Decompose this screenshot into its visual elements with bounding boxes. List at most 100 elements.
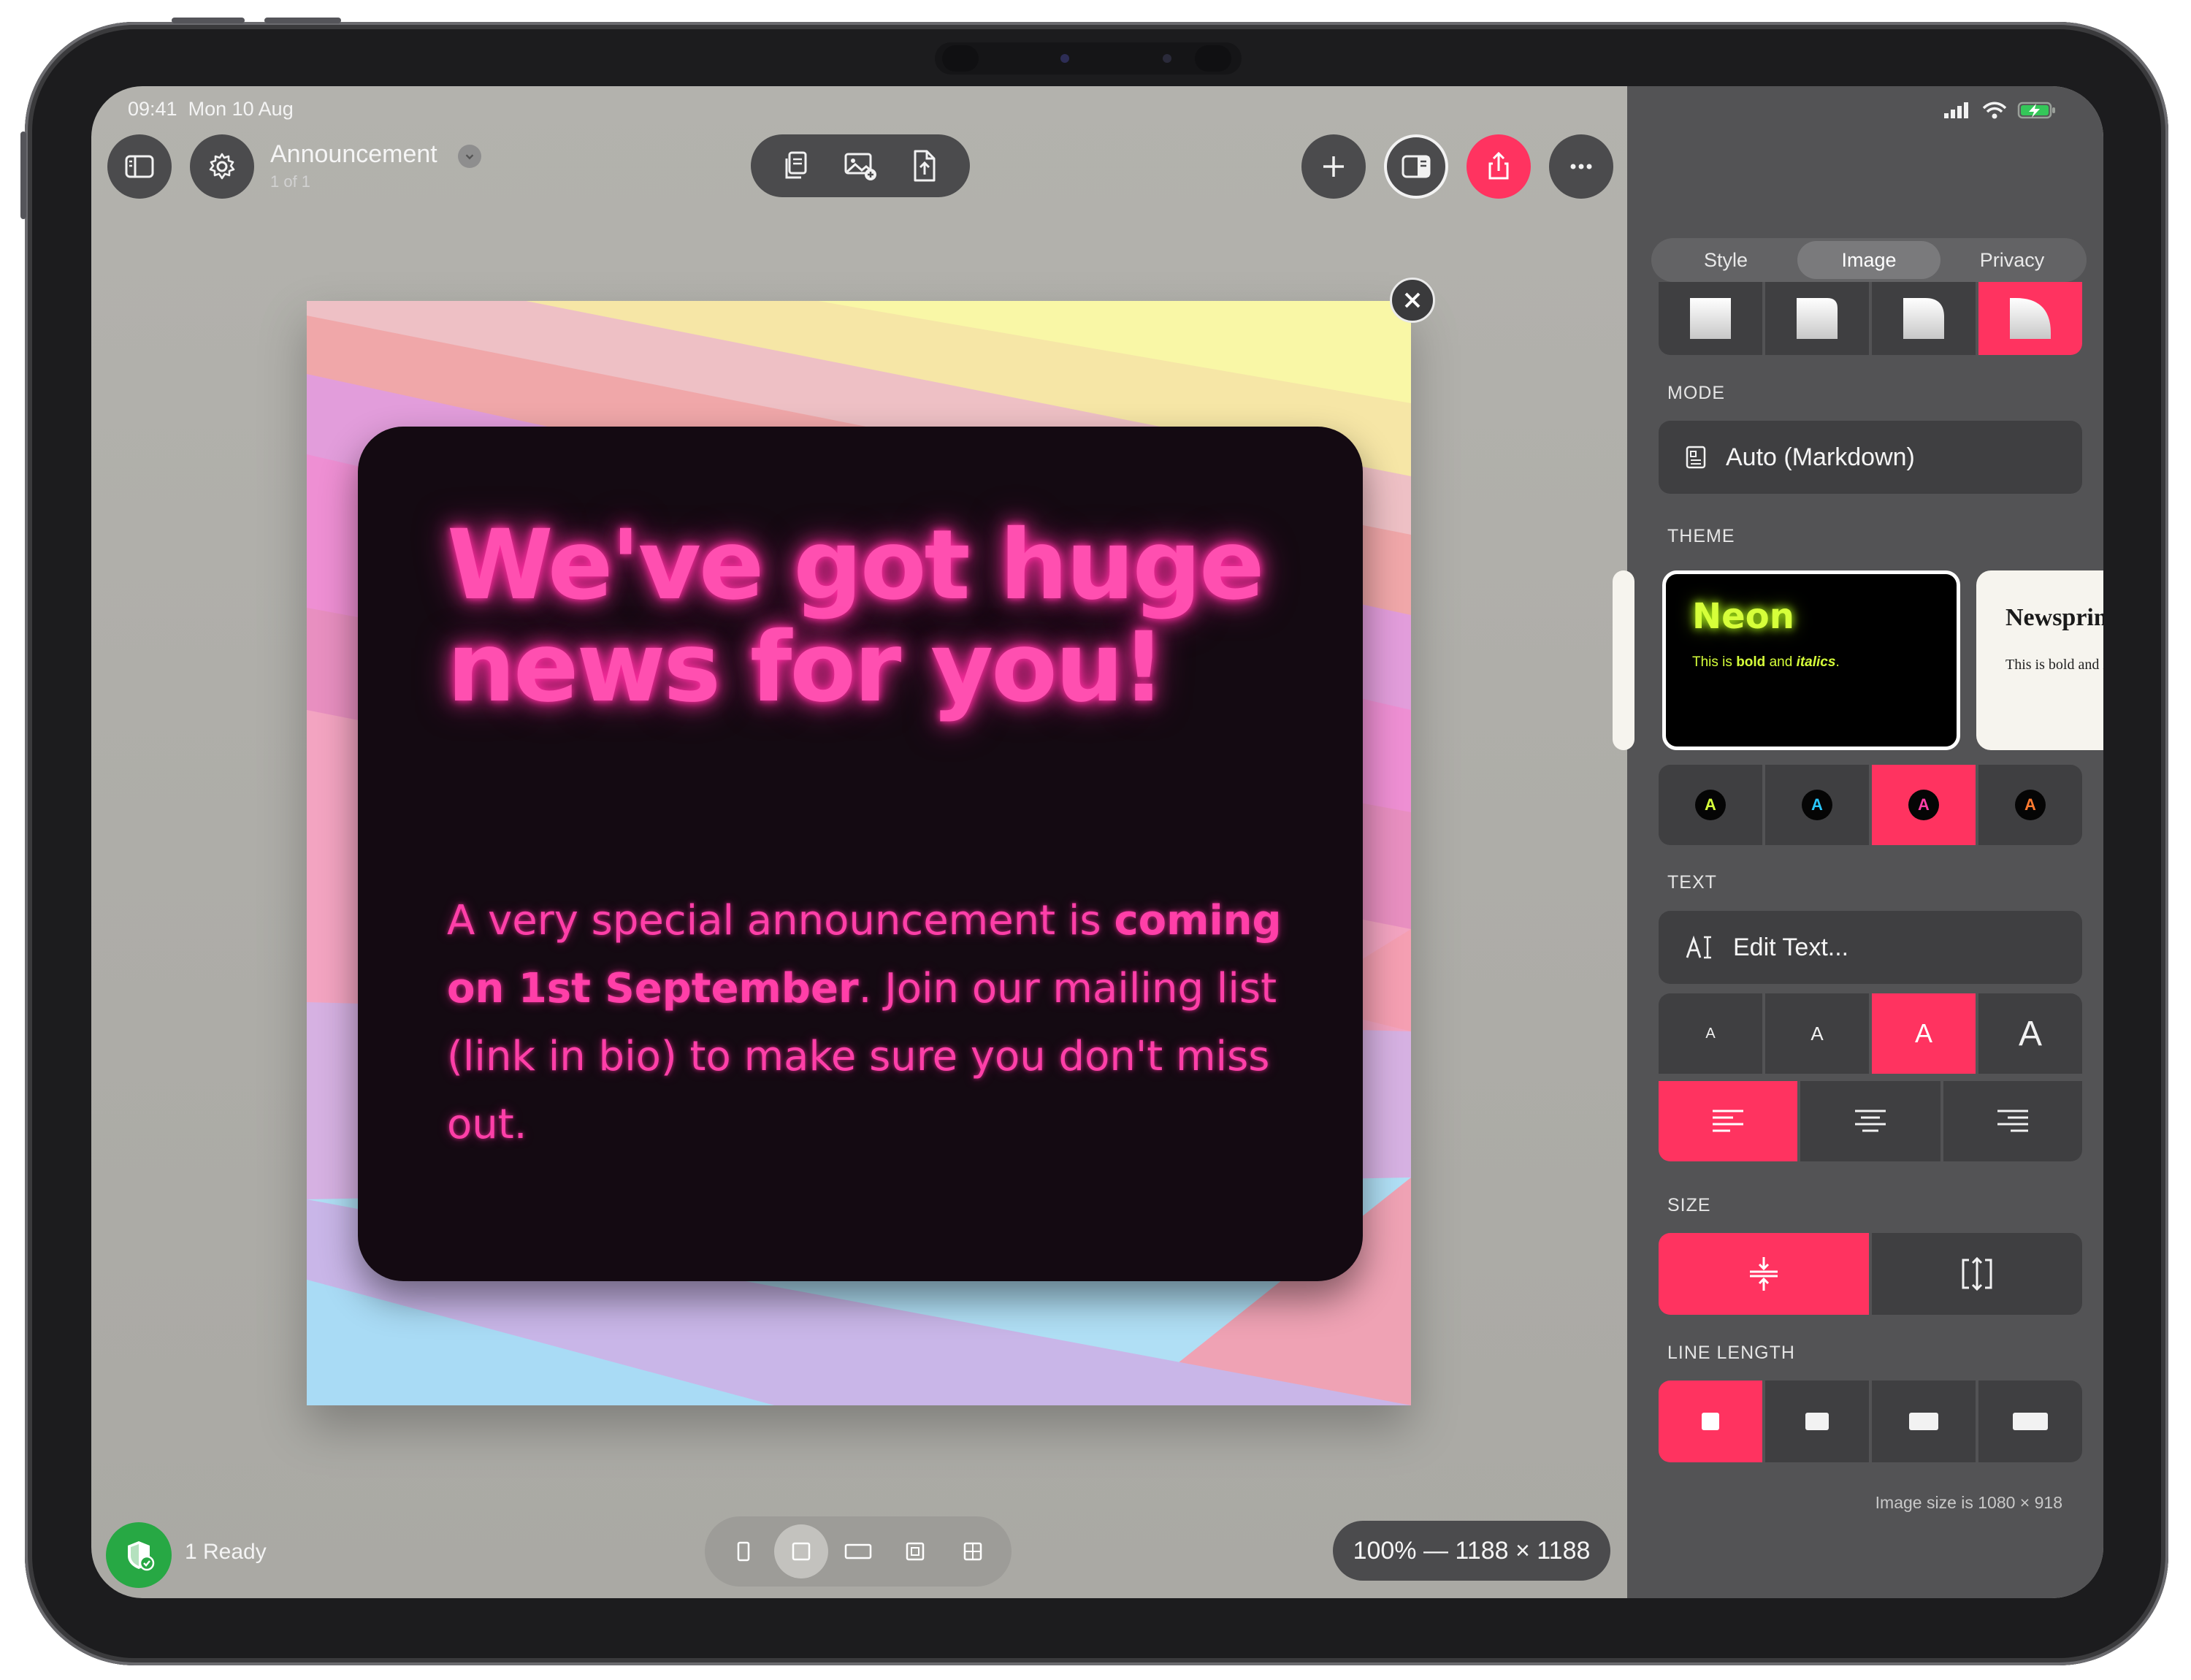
- share-button[interactable]: [1467, 134, 1531, 199]
- font-size-xsmall[interactable]: A: [1659, 993, 1762, 1074]
- status-time: 09:41 Mon 10 Aug: [128, 98, 294, 121]
- status-date: Mon 10 Aug: [188, 98, 294, 120]
- accent-swatch-pink: A: [1908, 790, 1939, 820]
- format-landscape[interactable]: [831, 1524, 885, 1578]
- format-square[interactable]: [773, 1524, 828, 1578]
- neon-sample-prefix: This is: [1692, 654, 1737, 670]
- camera-dot: [1060, 54, 1069, 63]
- sensor-lens: [1195, 45, 1231, 72]
- duplicate-pages-icon[interactable]: [779, 148, 814, 183]
- import-file-icon[interactable]: [906, 148, 941, 183]
- cellular-icon: [1944, 102, 1968, 118]
- theme-card-newsprint[interactable]: Newsprint This is bold and italics.: [1976, 570, 2103, 750]
- close-icon: [1404, 292, 1420, 308]
- accent-blue-option[interactable]: A: [1765, 765, 1869, 845]
- accent-swatch-orange: A: [2015, 790, 2046, 820]
- accent-swatch-blue: A: [1802, 790, 1832, 820]
- edit-text-button[interactable]: Edit Text...: [1659, 911, 2082, 984]
- font-size-large[interactable]: A: [1978, 993, 2082, 1074]
- theme-card-neon[interactable]: Neon This is bold and italics.: [1662, 570, 1960, 750]
- status-icons: [1943, 101, 2057, 120]
- corner-radius-selector: [1659, 282, 2082, 355]
- corner-none-option[interactable]: [1659, 282, 1762, 355]
- wifi-icon: [1982, 102, 2007, 119]
- close-button[interactable]: [1390, 278, 1435, 323]
- inspector-toggle-button[interactable]: [1384, 134, 1448, 199]
- power-button: [20, 131, 26, 219]
- font-size-small[interactable]: A: [1765, 993, 1869, 1074]
- mode-value: Auto (Markdown): [1726, 443, 1915, 471]
- align-right-button[interactable]: [1943, 1081, 2082, 1161]
- font-size-selector: A A A A: [1659, 993, 2082, 1074]
- font-size-medium[interactable]: A: [1872, 993, 1976, 1074]
- text-alignment-selector: [1659, 1081, 2082, 1161]
- document-icon: [1686, 446, 1706, 469]
- inspector-icon: [1402, 155, 1431, 178]
- insert-toolbar: [751, 134, 970, 197]
- chevron-down-icon[interactable]: [458, 145, 481, 168]
- add-button[interactable]: [1301, 134, 1366, 199]
- share-icon: [1488, 151, 1509, 180]
- volume-button: [172, 18, 245, 23]
- wide-block-icon: [1909, 1413, 1938, 1430]
- inspector-tabs: Style Image Privacy: [1651, 238, 2087, 282]
- shield-check-icon: [128, 1541, 155, 1571]
- mode-label: MODE: [1667, 383, 1725, 403]
- line-length-full[interactable]: [1978, 1381, 2082, 1462]
- neon-sample-italic: italics: [1796, 654, 1836, 670]
- aspect-ratio-selector: [705, 1516, 1012, 1587]
- medium-block-icon: [1805, 1413, 1829, 1430]
- corner-large-option[interactable]: [1978, 282, 2082, 355]
- line-length-selector: [1659, 1381, 2082, 1462]
- accent-swatch-green: A: [1695, 790, 1726, 820]
- align-left-icon: [1713, 1110, 1743, 1132]
- compress-vertical-icon: [1750, 1257, 1778, 1291]
- large-corner-icon: [2010, 298, 2051, 339]
- body-text: A very special announcement is: [447, 897, 1114, 944]
- line-length-medium[interactable]: [1765, 1381, 1869, 1462]
- neon-sample-bold: bold: [1736, 654, 1766, 670]
- tab-privacy[interactable]: Privacy: [1940, 241, 2084, 279]
- tab-style[interactable]: Style: [1654, 241, 1797, 279]
- image-size-note: Image size is 1080 × 918: [1875, 1493, 2062, 1512]
- align-center-icon: [1855, 1110, 1886, 1132]
- size-expand-button[interactable]: [1872, 1233, 2082, 1315]
- add-image-icon[interactable]: [843, 148, 878, 183]
- line-length-wide[interactable]: [1872, 1381, 1976, 1462]
- status-clock: 09:41: [128, 98, 177, 120]
- tab-image[interactable]: Image: [1797, 241, 1940, 279]
- mode-selector[interactable]: Auto (Markdown): [1659, 421, 2082, 494]
- ready-status-button[interactable]: [106, 1522, 172, 1588]
- inspector-panel: Style Image Privacy MODE Auto (Markdown)…: [1613, 86, 2103, 1598]
- align-center-button[interactable]: [1800, 1081, 1940, 1161]
- theme-card-previous[interactable]: [1613, 570, 1634, 750]
- grid-icon: [963, 1542, 982, 1561]
- sidebar-toggle-button[interactable]: [107, 134, 172, 199]
- corner-medium-option[interactable]: [1872, 282, 1976, 355]
- format-fit[interactable]: [888, 1524, 942, 1578]
- format-custom[interactable]: [946, 1524, 1000, 1578]
- text-cursor-icon: [1686, 935, 1711, 959]
- small-corner-icon: [1797, 298, 1838, 339]
- sidebar-icon: [125, 155, 154, 178]
- align-left-button[interactable]: [1659, 1081, 1797, 1161]
- document-title[interactable]: Announcement: [270, 140, 437, 169]
- accent-pink-option[interactable]: A: [1872, 765, 1976, 845]
- fit-icon: [906, 1542, 925, 1561]
- line-length-narrow[interactable]: [1659, 1381, 1762, 1462]
- size-compact-button[interactable]: [1659, 1233, 1869, 1315]
- accent-green-option[interactable]: A: [1659, 765, 1762, 845]
- settings-button[interactable]: [190, 134, 254, 199]
- format-portrait[interactable]: [716, 1524, 771, 1578]
- corner-small-option[interactable]: [1765, 282, 1869, 355]
- accent-orange-option[interactable]: A: [1978, 765, 2082, 845]
- screen: 09:41 Mon 10 Aug Announcement 1 of 1 We'…: [91, 86, 2103, 1598]
- card-headline: We've got huge news for you!: [447, 509, 1265, 724]
- canvas-image[interactable]: We've got huge news for you! A very spec…: [307, 301, 1411, 1405]
- theme-label: THEME: [1667, 526, 1735, 546]
- page-indicator: 1 of 1: [270, 172, 311, 191]
- more-button[interactable]: [1549, 134, 1613, 199]
- zoom-indicator[interactable]: 100% — 1188 × 1188: [1333, 1521, 1610, 1581]
- announcement-card: We've got huge news for you! A very spec…: [358, 427, 1363, 1281]
- text-label: TEXT: [1667, 872, 1717, 893]
